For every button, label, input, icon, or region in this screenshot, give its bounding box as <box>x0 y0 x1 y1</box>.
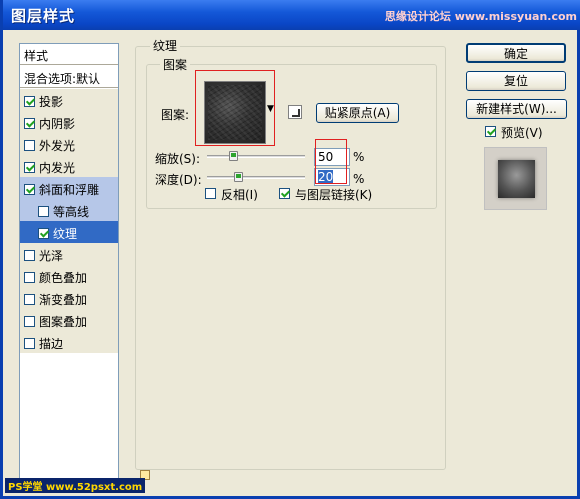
depth-slider-track[interactable] <box>207 176 305 179</box>
pattern-label: 图案: <box>161 108 190 122</box>
style-item-label: 渐变叠加 <box>39 293 88 307</box>
scale-slider-thumb[interactable] <box>229 151 238 161</box>
style-item-texture[interactable]: 纹理 <box>20 221 118 243</box>
invert-label: 反相(I) <box>221 188 258 202</box>
checkbox-icon[interactable] <box>24 118 35 129</box>
style-item-label: 内阴影 <box>39 117 76 131</box>
style-item-stroke[interactable]: 描边 <box>20 331 118 353</box>
watermark-text: 思缘设计论坛 www.missyuan.com <box>384 10 577 23</box>
style-item-outer-glow[interactable]: 外发光 <box>20 133 118 155</box>
title-bar[interactable]: 图层样式 思缘设计论坛 www.missyuan.com <box>3 0 580 30</box>
styles-header[interactable]: 样式 <box>20 44 118 65</box>
pattern-group-title: 图案 <box>160 56 191 73</box>
style-item-label: 等高线 <box>53 205 90 219</box>
checkbox-icon[interactable] <box>24 316 35 327</box>
style-item-label: 图案叠加 <box>39 315 88 329</box>
style-item-label: 斜面和浮雕 <box>39 183 100 197</box>
style-item-label: 投影 <box>39 95 64 109</box>
dialog-title: 图层样式 <box>11 7 76 25</box>
checkbox-icon[interactable] <box>24 294 35 305</box>
bottom-watermark: PS学堂 www.52psxt.com <box>5 478 146 493</box>
style-item-inner-glow[interactable]: 内发光 <box>20 155 118 177</box>
checkbox-icon[interactable] <box>24 96 35 107</box>
style-item-contour[interactable]: 等高线 <box>20 199 118 221</box>
highlight-box <box>315 139 347 184</box>
scale-unit: % <box>353 150 365 164</box>
style-item-gradient-overlay[interactable]: 渐变叠加 <box>20 287 118 309</box>
style-item-inner-shadow[interactable]: 内阴影 <box>20 111 118 133</box>
style-item-label: 光泽 <box>39 249 64 263</box>
new-style-button[interactable]: 新建样式(W)... <box>466 99 567 119</box>
styles-list: 样式 混合选项:默认 投影 内阴影 外发光 内发光 斜面和浮雕 等高线 纹理 光… <box>19 43 119 483</box>
preview-checkbox[interactable] <box>485 126 496 137</box>
style-item-drop-shadow[interactable]: 投影 <box>20 89 118 111</box>
style-item-label: 纹理 <box>53 227 78 241</box>
checkbox-icon[interactable] <box>24 338 35 349</box>
checkbox-icon[interactable] <box>24 184 35 195</box>
highlight-box <box>195 70 275 146</box>
checkbox-icon[interactable] <box>38 206 49 217</box>
style-item-bevel-emboss[interactable]: 斜面和浮雕 <box>20 177 118 199</box>
link-with-layer-label: 与图层链接(K) <box>295 188 373 202</box>
style-item-color-overlay[interactable]: 颜色叠加 <box>20 265 118 287</box>
invert-checkbox[interactable] <box>205 188 216 199</box>
checkbox-icon[interactable] <box>24 272 35 283</box>
style-preview <box>484 147 547 210</box>
layer-style-dialog: 图层样式 思缘设计论坛 www.missyuan.com 样式 混合选项:默认 … <box>0 0 580 499</box>
link-with-layer-checkbox[interactable] <box>279 188 290 199</box>
scale-label: 缩放(S): <box>155 152 201 166</box>
pattern-dropdown-arrow-icon[interactable]: ▼ <box>267 104 274 114</box>
texture-group-title: 纹理 <box>150 37 181 54</box>
style-item-label: 内发光 <box>39 161 76 175</box>
style-item-pattern-overlay[interactable]: 图案叠加 <box>20 309 118 331</box>
style-item-label: 描边 <box>39 337 64 351</box>
reset-button[interactable]: 复位 <box>466 71 566 91</box>
ok-button[interactable]: 确定 <box>466 43 566 63</box>
snap-to-origin-button[interactable]: 贴紧原点(A) <box>316 103 399 123</box>
style-item-label: 外发光 <box>39 139 76 153</box>
checkbox-icon[interactable] <box>24 250 35 261</box>
depth-slider-thumb[interactable] <box>233 172 243 182</box>
style-item-satin[interactable]: 光泽 <box>20 243 118 265</box>
scale-slider-track[interactable] <box>207 155 305 158</box>
checkbox-icon[interactable] <box>24 162 35 173</box>
depth-label: 深度(D): <box>155 173 202 187</box>
preview-thumbnail <box>498 160 535 198</box>
preview-label: 预览(V) <box>501 126 543 140</box>
style-item-label: 颜色叠加 <box>39 271 88 285</box>
checkbox-icon[interactable] <box>38 228 49 239</box>
blending-options-item[interactable]: 混合选项:默认 <box>20 66 118 88</box>
depth-unit: % <box>353 172 365 186</box>
create-preset-icon[interactable] <box>288 105 302 119</box>
checkbox-icon[interactable] <box>24 140 35 151</box>
